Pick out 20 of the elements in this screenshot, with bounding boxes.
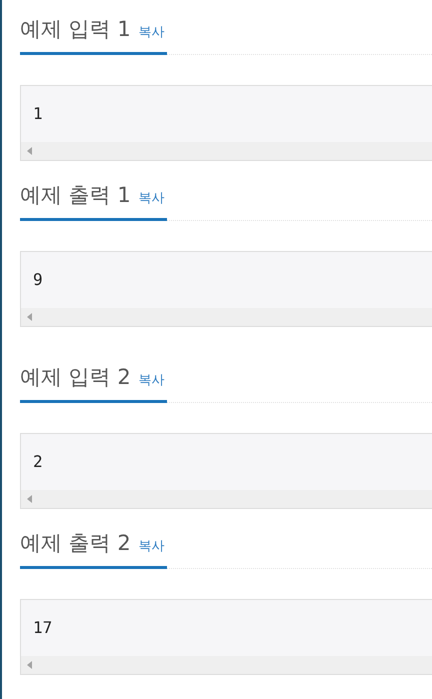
copy-link[interactable]: 복사 <box>138 537 165 555</box>
horizontal-scrollbar[interactable] <box>21 490 432 508</box>
sample-text: 9 <box>32 269 44 291</box>
sample-text: 1 <box>32 103 44 125</box>
horizontal-scrollbar[interactable] <box>21 656 432 674</box>
section-title: 예제 입력 2 <box>20 364 131 391</box>
horizontal-scrollbar[interactable] <box>21 308 432 326</box>
section-title: 예제 출력 1 <box>20 182 131 209</box>
scroll-left-arrow-icon[interactable] <box>27 495 32 503</box>
scroll-left-arrow-icon[interactable] <box>27 147 32 155</box>
scroll-left-arrow-icon[interactable] <box>27 661 32 669</box>
copy-link[interactable]: 복사 <box>138 371 165 389</box>
copy-link[interactable]: 복사 <box>138 23 165 41</box>
horizontal-scrollbar[interactable] <box>21 142 432 160</box>
scroll-left-arrow-icon[interactable] <box>27 313 32 321</box>
section-title: 예제 출력 2 <box>20 530 131 557</box>
copy-link[interactable]: 복사 <box>138 189 165 207</box>
sample-text: 2 <box>32 451 44 473</box>
sample-text: 17 <box>32 617 54 639</box>
section-title: 예제 입력 1 <box>20 16 131 43</box>
